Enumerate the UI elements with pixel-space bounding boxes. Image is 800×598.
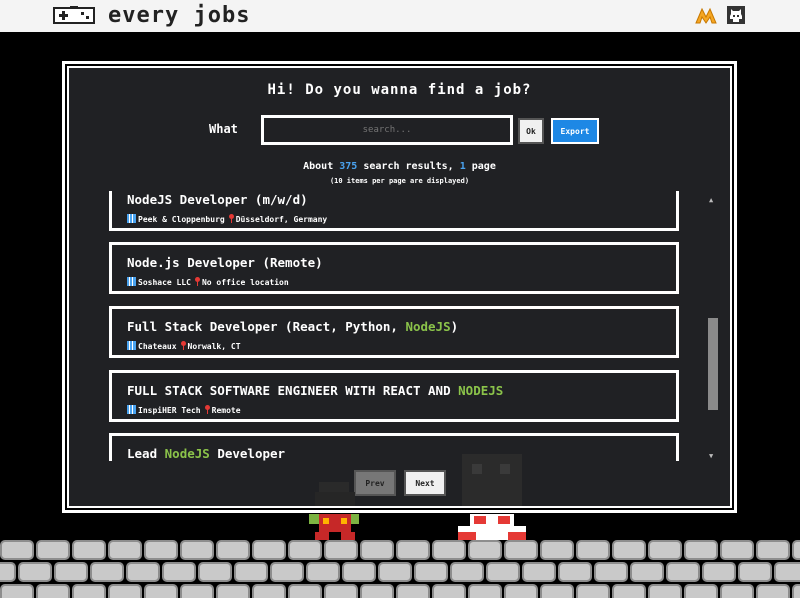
results-scrollbar[interactable]: ▲ ▼ bbox=[706, 196, 720, 460]
top-header: every jobs bbox=[0, 0, 800, 32]
summary-about: About bbox=[303, 161, 334, 172]
location-pin-icon bbox=[180, 341, 186, 350]
job-card[interactable]: NodeJS Developer (m/w/d) Peek & Cloppenb… bbox=[109, 191, 679, 231]
gamepad-icon bbox=[53, 6, 95, 24]
job-title[interactable]: Node.js Developer (Remote) bbox=[127, 255, 323, 270]
building-icon bbox=[127, 214, 136, 223]
brick-ground bbox=[0, 540, 800, 598]
scroll-up-icon[interactable]: ▲ bbox=[709, 196, 713, 204]
ok-button[interactable]: Ok bbox=[518, 118, 544, 144]
job-meta: Soshace LLC No office location bbox=[127, 277, 289, 287]
job-meta: Chateaux Norwalk, CT bbox=[127, 341, 241, 351]
job-company: Peek & Cloppenburg bbox=[138, 215, 225, 224]
job-meta: Peek & Cloppenburg Düsseldorf, Germany bbox=[127, 214, 327, 224]
location-pin-icon bbox=[204, 405, 210, 414]
building-icon bbox=[127, 277, 136, 286]
export-button[interactable]: Export bbox=[551, 118, 599, 144]
search-input[interactable] bbox=[261, 115, 513, 145]
items-per-page-note: (10 items per page are displayed) bbox=[329, 177, 470, 185]
job-meta: InspiHER Tech Remote bbox=[127, 405, 241, 415]
job-card[interactable]: Lead NodeJS Developer bbox=[109, 433, 679, 461]
next-page-button[interactable]: Next bbox=[404, 470, 446, 496]
job-title[interactable]: Lead NodeJS Developer bbox=[127, 446, 285, 461]
results-summary: About 375 search results, 1 page bbox=[65, 161, 734, 172]
job-title[interactable]: Full Stack Developer (React, Python, Nod… bbox=[127, 319, 458, 334]
pages-count: 1 bbox=[459, 161, 466, 172]
summary-page-word: page bbox=[471, 161, 496, 172]
job-title[interactable]: NodeJS Developer (m/w/d) bbox=[127, 192, 308, 207]
results-count: 375 bbox=[339, 161, 358, 172]
job-company: InspiHER Tech bbox=[138, 406, 201, 415]
what-label: What bbox=[209, 122, 238, 136]
github-icon[interactable] bbox=[724, 3, 748, 27]
search-panel: Hi! Do you wanna find a job? What Ok Exp… bbox=[62, 61, 737, 513]
m-logo-icon[interactable] bbox=[694, 3, 718, 27]
job-location: Norwalk, CT bbox=[187, 342, 241, 351]
job-title[interactable]: FULL STACK SOFTWARE ENGINEER WITH REACT … bbox=[127, 383, 503, 398]
job-location: No office location bbox=[201, 278, 289, 287]
job-company: Chateaux bbox=[138, 342, 177, 351]
job-location: Remote bbox=[211, 406, 241, 415]
job-card[interactable]: Node.js Developer (Remote) Soshace LLC No… bbox=[109, 242, 679, 294]
toad-sprite-icon bbox=[458, 454, 526, 542]
location-pin-icon bbox=[194, 277, 200, 286]
mario-sprite-icon bbox=[309, 482, 359, 546]
location-pin-icon bbox=[228, 214, 234, 223]
panel-title: Hi! Do you wanna find a job? bbox=[267, 82, 532, 98]
job-location: Düsseldorf, Germany bbox=[235, 215, 328, 224]
building-icon bbox=[127, 341, 136, 350]
building-icon bbox=[127, 405, 136, 414]
results-list[interactable]: NodeJS Developer (m/w/d) Peek & Cloppenb… bbox=[107, 191, 681, 461]
job-card[interactable]: Full Stack Developer (React, Python, Nod… bbox=[109, 306, 679, 358]
scroll-down-icon[interactable]: ▼ bbox=[709, 452, 713, 460]
job-card[interactable]: FULL STACK SOFTWARE ENGINEER WITH REACT … bbox=[109, 370, 679, 422]
scrollbar-thumb[interactable] bbox=[708, 318, 718, 410]
job-company: Soshace LLC bbox=[138, 278, 191, 287]
summary-mid: search results, bbox=[363, 161, 454, 172]
brand-title[interactable]: every jobs bbox=[108, 3, 250, 28]
